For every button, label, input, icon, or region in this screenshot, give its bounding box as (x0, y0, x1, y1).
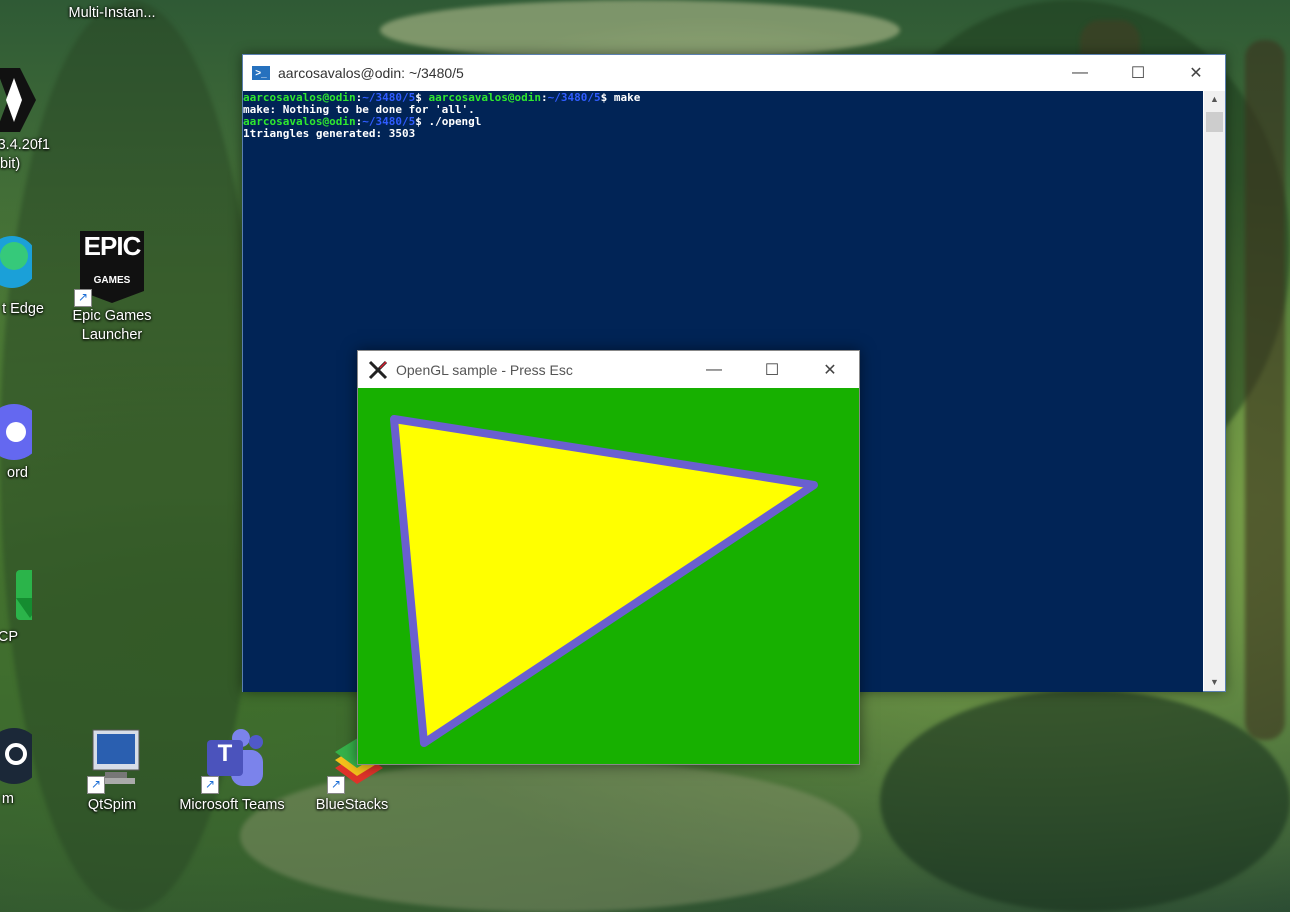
opengl-titlebar[interactable]: OpenGL sample - Press Esc — ☐ ✕ (358, 351, 859, 388)
unity-icon (0, 68, 36, 132)
desktop-icon-label: CP (0, 629, 18, 645)
desktop-icon-edge[interactable]: t Edge (0, 232, 46, 319)
desktop-icon-label: bit) (0, 156, 21, 172)
desktop-icon-label: ord (7, 465, 28, 481)
maximize-button[interactable]: ☐ (1109, 55, 1167, 91)
minimize-button[interactable]: — (1051, 55, 1109, 91)
scroll-down-arrow-icon[interactable]: ▼ (1204, 674, 1225, 691)
desktop-icon-winscp[interactable]: CP (0, 560, 46, 647)
desktop-icon-label: Epic Games Launcher (72, 308, 152, 343)
powershell-icon: >_ (252, 66, 270, 80)
desktop-icon-label: 3.4.20f1 (0, 137, 50, 153)
teams-logo-letter: T (217, 740, 233, 767)
winscp-icon (0, 560, 44, 624)
terminal-title: aarcosavalos@odin: ~/3480/5 (278, 65, 464, 81)
terminal-titlebar[interactable]: >_ aarcosavalos@odin: ~/3480/5 — ☐ ✕ (243, 55, 1225, 91)
opengl-canvas[interactable] (358, 388, 859, 764)
scroll-thumb[interactable] (1206, 112, 1223, 132)
command-text: $ make (600, 91, 641, 104)
close-button[interactable]: ✕ (801, 351, 859, 388)
qtspim-icon: ↗ (81, 728, 143, 794)
desktop-icon-label: t Edge (2, 301, 44, 317)
opengl-window[interactable]: OpenGL sample - Press Esc — ☐ ✕ (357, 350, 860, 765)
shortcut-arrow-icon: ↗ (74, 289, 92, 307)
desktop-icon-qtspim[interactable]: ↗ QtSpim (67, 728, 157, 815)
desktop-icon-unity[interactable]: 3.4.20f1 bit) (0, 68, 50, 174)
minimize-button[interactable]: — (685, 351, 743, 388)
desktop-icon-label: QtSpim (87, 797, 137, 813)
desktop-icon-label: Multi-Instan... (68, 5, 156, 21)
desktop-icon-multi-instance[interactable]: Multi-Instan... (67, 4, 157, 23)
prompt-path: ~/3480/5 (547, 91, 601, 104)
teams-icon: T ↗ (201, 728, 263, 794)
edge-icon (0, 232, 38, 296)
shortcut-arrow-icon: ↗ (201, 776, 219, 794)
desktop-icon-label: BlueStacks (315, 797, 389, 813)
x11-icon (368, 360, 388, 380)
yellow-triangle (390, 415, 818, 747)
shortcut-arrow-icon: ↗ (87, 776, 105, 794)
desktop-icon-microsoft-teams[interactable]: T ↗ Microsoft Teams (177, 728, 287, 815)
terminal-scrollbar[interactable]: ▲ ▼ (1204, 91, 1225, 691)
scroll-up-arrow-icon[interactable]: ▲ (1204, 91, 1225, 108)
opengl-render (390, 415, 818, 747)
desktop-icon-label: m (1, 791, 14, 807)
epic-logo-text: EPIC (83, 231, 142, 261)
close-button[interactable]: ✕ (1167, 55, 1225, 91)
steam-icon (0, 722, 42, 786)
opengl-title: OpenGL sample - Press Esc (396, 361, 573, 378)
maximize-button[interactable]: ☐ (743, 351, 801, 388)
epic-logo-sub: GAMES (93, 275, 131, 286)
shortcut-arrow-icon: ↗ (327, 776, 345, 794)
epic-games-icon: EPIC GAMES ↗ (74, 231, 144, 307)
command-text: $ ./opengl (415, 115, 482, 128)
discord-icon (0, 396, 42, 460)
terminal-line: 1triangles generated: 3503 (243, 127, 416, 140)
desktop-icon-discord[interactable]: ord (0, 396, 46, 483)
desktop-icon-epic-games[interactable]: EPIC GAMES ↗ Epic Games Launcher (67, 231, 157, 345)
desktop-icon-steam[interactable]: m (0, 722, 46, 809)
desktop-icon-label: Microsoft Teams (179, 797, 285, 813)
